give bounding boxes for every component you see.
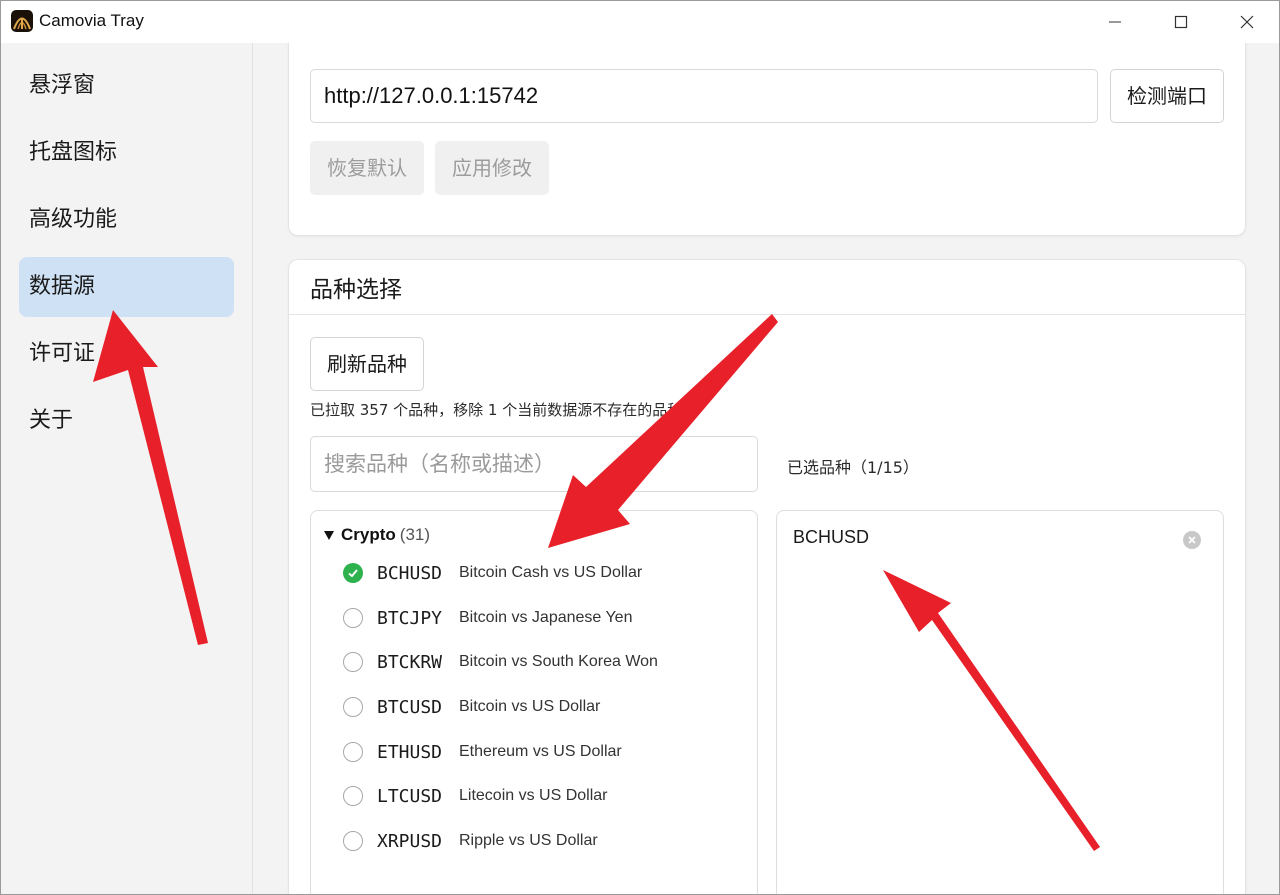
- symbol-code: BCHUSD: [377, 562, 443, 584]
- refresh-symbols-button[interactable]: 刷新品种: [310, 337, 424, 391]
- window-title: Camovia Tray: [39, 11, 144, 30]
- minimize-icon: [1109, 21, 1121, 23]
- maximize-icon: [1174, 15, 1188, 29]
- maximize-button[interactable]: [1149, 1, 1213, 43]
- minimize-button[interactable]: [1083, 1, 1147, 43]
- list-item[interactable]: BTCKRW Bitcoin vs South Korea Won: [343, 642, 743, 682]
- check-icon: [348, 569, 358, 578]
- symbol-description: Ethereum vs US Dollar: [459, 743, 622, 760]
- app-window: Camovia Tray 悬浮窗 托盘图标 高级功能 数据源 许可证 关于 ht…: [0, 0, 1280, 895]
- group-header[interactable]: Crypto (31): [323, 525, 430, 545]
- sidebar-item-license[interactable]: 许可证: [19, 324, 234, 384]
- camovia-app-icon: [11, 10, 33, 32]
- sidebar-item-tray-icon[interactable]: 托盘图标: [19, 123, 234, 183]
- selected-count-label: 已选品种（1/15）: [787, 458, 919, 477]
- sidebar-item-floating-window[interactable]: 悬浮窗: [19, 56, 234, 116]
- close-button[interactable]: [1215, 1, 1279, 43]
- sidebar-item-label: 高级功能: [29, 207, 118, 232]
- symbol-code: BTCUSD: [377, 696, 443, 718]
- list-item[interactable]: BCHUSD Bitcoin Cash vs US Dollar: [343, 553, 743, 593]
- sidebar-item-advanced[interactable]: 高级功能: [19, 190, 234, 250]
- sidebar-item-label: 数据源: [29, 274, 96, 299]
- list-item[interactable]: BTCUSD Bitcoin vs US Dollar: [343, 687, 743, 727]
- symbol-description: Bitcoin vs South Korea Won: [459, 653, 658, 670]
- url-input[interactable]: http://127.0.0.1:15742: [310, 69, 1098, 123]
- list-item[interactable]: BTCJPY Bitcoin vs Japanese Yen: [343, 598, 743, 638]
- list-item[interactable]: ETHUSD Ethereum vs US Dollar: [343, 732, 743, 772]
- symbol-code: BTCKRW: [377, 651, 443, 673]
- symbol-selection-card: 品种选择 刷新品种 已拉取 357 个品种，移除 1 个当前数据源不存在的品种 …: [288, 259, 1246, 894]
- title-bar: Camovia Tray: [1, 1, 1279, 43]
- symbol-description: Bitcoin vs US Dollar: [459, 698, 601, 715]
- symbol-code: ETHUSD: [377, 741, 443, 763]
- sidebar-item-data-source[interactable]: 数据源: [19, 257, 234, 317]
- connection-card: http://127.0.0.1:15742 检测端口 恢复默认 应用修改: [288, 43, 1246, 236]
- selected-symbol: BCHUSD: [793, 527, 870, 547]
- main-content[interactable]: http://127.0.0.1:15742 检测端口 恢复默认 应用修改 品种…: [253, 43, 1279, 894]
- section-title: 品种选择: [310, 277, 402, 303]
- remove-chip-button[interactable]: [1183, 531, 1201, 549]
- symbol-description: Ripple vs US Dollar: [459, 832, 598, 849]
- list-item[interactable]: XRPUSD Ripple vs US Dollar: [343, 821, 743, 861]
- symbol-description: Litecoin vs US Dollar: [459, 787, 608, 804]
- checkbox[interactable]: [343, 831, 363, 851]
- triangle-down-icon: [324, 531, 334, 540]
- checkbox[interactable]: [343, 786, 363, 806]
- restore-default-button[interactable]: 恢复默认: [310, 141, 424, 195]
- group-name: Crypto: [341, 525, 396, 544]
- list-item[interactable]: LTCUSD Litecoin vs US Dollar: [343, 776, 743, 816]
- divider: [289, 314, 1245, 315]
- detect-port-button[interactable]: 检测端口: [1110, 69, 1224, 123]
- group-count: (31): [399, 525, 431, 544]
- apply-changes-button[interactable]: 应用修改: [435, 141, 549, 195]
- symbol-description: Bitcoin Cash vs US Dollar: [459, 564, 643, 581]
- search-input[interactable]: 搜索品种（名称或描述）: [310, 436, 758, 492]
- symbol-list[interactable]: Crypto (31) BCHUSD Bitcoin Cash vs US Dol…: [310, 510, 758, 894]
- sidebar-nav: 悬浮窗 托盘图标 高级功能 数据源 许可证 关于: [1, 43, 253, 894]
- symbol-code: BTCJPY: [377, 607, 443, 629]
- sidebar-item-label: 许可证: [29, 341, 96, 366]
- sidebar-item-about[interactable]: 关于: [19, 391, 234, 451]
- sidebar-item-label: 托盘图标: [29, 140, 118, 165]
- selected-symbols-panel: BCHUSD: [776, 510, 1224, 894]
- symbol-code: LTCUSD: [377, 785, 443, 807]
- checkbox-checked[interactable]: [343, 563, 363, 583]
- symbol-code: XRPUSD: [377, 830, 443, 852]
- remove-chip-icon: [1188, 536, 1196, 544]
- checkbox[interactable]: [343, 697, 363, 717]
- sidebar-item-label: 悬浮窗: [29, 73, 96, 98]
- checkbox[interactable]: [343, 742, 363, 762]
- close-icon: [1240, 15, 1254, 29]
- checkbox[interactable]: [343, 652, 363, 672]
- checkbox[interactable]: [343, 608, 363, 628]
- sidebar-item-label: 关于: [29, 408, 74, 433]
- symbol-description: Bitcoin vs Japanese Yen: [459, 609, 633, 626]
- status-text: 已拉取 357 个品种，移除 1 个当前数据源不存在的品种: [310, 401, 683, 419]
